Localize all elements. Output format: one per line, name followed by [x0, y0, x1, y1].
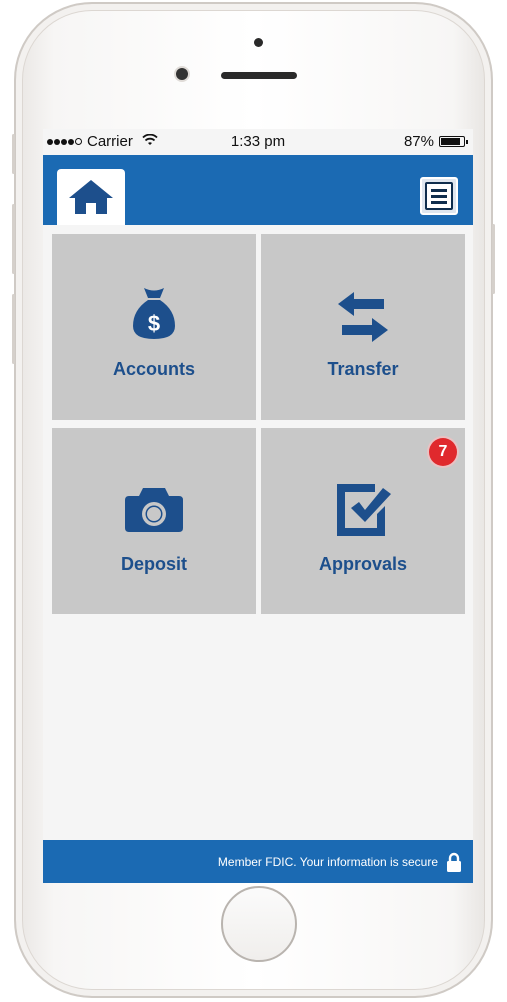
deposit-tile[interactable]: Deposit: [52, 428, 256, 614]
battery-icon: [439, 136, 468, 147]
approvals-tile[interactable]: Approvals 7: [261, 428, 465, 614]
approvals-label: Approvals: [318, 554, 408, 574]
house-icon: [69, 180, 113, 214]
footer-bar: Member FDIC. Your information is secure: [43, 840, 473, 883]
transfer-tile[interactable]: Transfer: [261, 234, 465, 420]
front-camera: [176, 68, 188, 80]
accounts-label: Accounts: [112, 359, 195, 379]
proximity-sensor: [254, 38, 263, 47]
checkbox-icon: [337, 484, 391, 536]
swap-arrows-icon: [338, 292, 388, 342]
approvals-count-badge: 7: [429, 438, 457, 466]
earpiece-speaker: [221, 72, 297, 79]
money-bag-icon: $: [133, 288, 175, 339]
status-bar: Carrier 1:33 pm 87%: [43, 129, 473, 155]
footer-security-text: Member FDIC. Your information is secure: [217, 854, 438, 869]
volume-down-button: [12, 294, 15, 364]
svg-text:$: $: [148, 311, 160, 336]
transfer-label: Transfer: [327, 359, 399, 379]
volume-up-button: [12, 204, 15, 274]
power-button: [492, 224, 495, 294]
home-tab[interactable]: [57, 169, 125, 225]
app-screen: Carrier 1:33 pm 87% $ Accounts Transfer …: [43, 129, 473, 883]
deposit-label: Deposit: [120, 554, 187, 574]
battery-percent: 87%: [403, 133, 434, 150]
accounts-tile[interactable]: $ Accounts: [52, 234, 256, 420]
menu-button[interactable]: [420, 177, 458, 215]
lock-icon: [447, 852, 461, 872]
home-button[interactable]: [221, 886, 297, 962]
camera-icon: [125, 488, 183, 532]
hamburger-menu-icon: [425, 182, 453, 210]
app-header: [43, 155, 473, 225]
silent-switch: [12, 134, 15, 174]
